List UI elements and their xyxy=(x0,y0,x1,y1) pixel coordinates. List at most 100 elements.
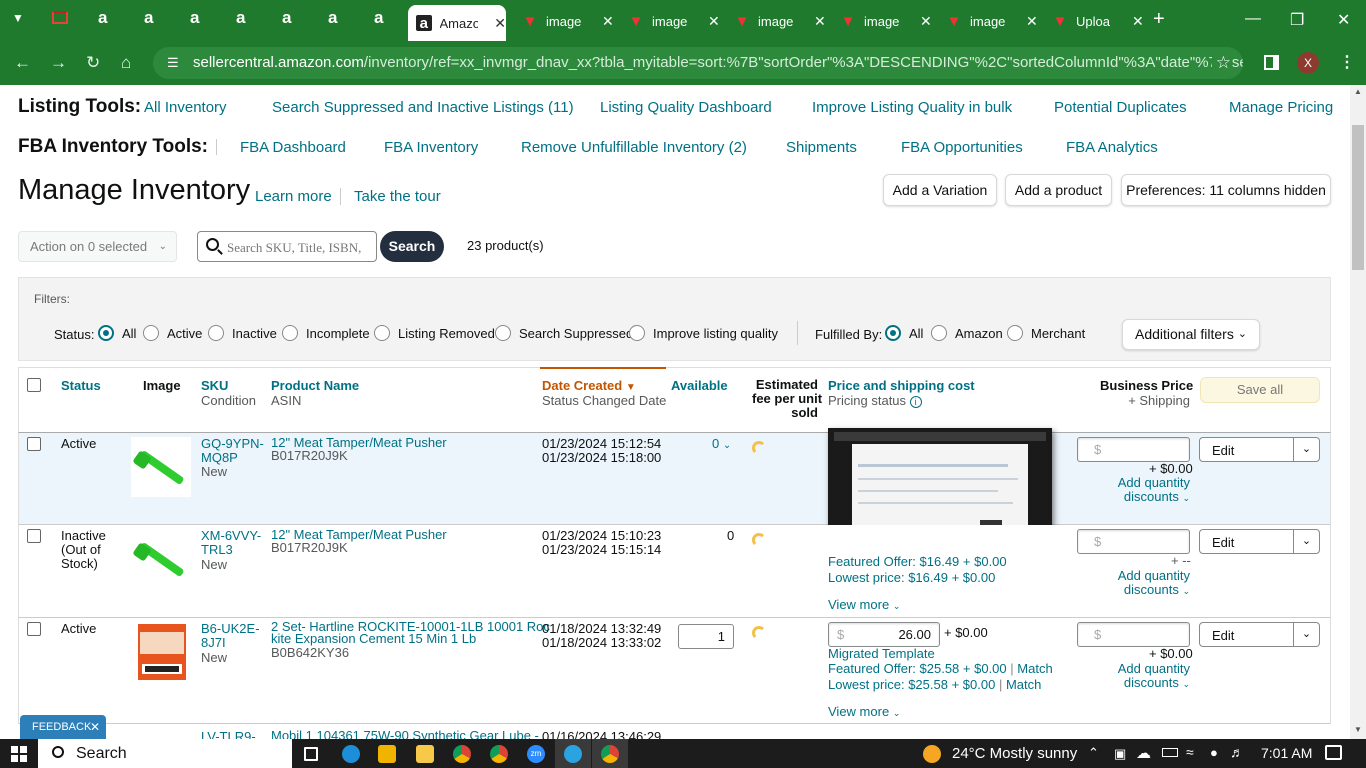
learn-more-link[interactable]: Learn more xyxy=(255,188,332,205)
business-price-input[interactable]: $ xyxy=(1077,529,1190,554)
close-icon[interactable]: ✕ xyxy=(494,15,506,32)
amazon-tab-icon[interactable]: a xyxy=(328,8,337,28)
battery-icon[interactable] xyxy=(1162,748,1178,757)
add-quantity-discounts-link[interactable]: Add quantity discounts ⌄ xyxy=(1100,476,1190,505)
home-icon[interactable]: ⌂ xyxy=(121,53,131,73)
view-more-link[interactable]: View more ⌄ xyxy=(828,598,900,613)
business-price-input[interactable]: $ xyxy=(1077,622,1190,647)
side-panel-icon[interactable] xyxy=(1264,55,1279,70)
volume-icon[interactable]: ♬ xyxy=(1230,744,1244,760)
tab-amazon-active[interactable]: a Amazo ✕ xyxy=(408,5,506,41)
amazon-tab-icon[interactable]: a xyxy=(236,8,245,28)
radio-icon[interactable] xyxy=(143,325,159,341)
row-product-link[interactable]: Mobil 1 104361 75W-90 Synthetic Gear Lub… xyxy=(271,729,539,740)
col-sku[interactable]: SKU Condition xyxy=(201,378,256,408)
col-available[interactable]: Available xyxy=(671,378,728,393)
taskbar-search[interactable]: Search xyxy=(38,739,292,768)
back-arrow-icon[interactable]: ← xyxy=(14,53,31,73)
profile-avatar[interactable]: X xyxy=(1297,52,1319,74)
zoom-icon[interactable]: zm xyxy=(527,745,545,763)
link-fba-inventory[interactable]: FBA Inventory xyxy=(384,139,478,156)
close-icon[interactable]: ✕ xyxy=(708,13,720,30)
restore-icon[interactable]: ❐ xyxy=(1290,10,1304,30)
row-available[interactable]: 0 ⌄ xyxy=(712,437,731,453)
fulfilled-option-all[interactable]: All xyxy=(885,325,923,341)
row-sku-link[interactable]: XM-6VVY- TRL3 xyxy=(201,529,261,557)
row-checkbox[interactable] xyxy=(27,437,41,451)
chevron-down-icon[interactable]: ⌄ xyxy=(1293,530,1319,553)
status-option-search-suppressed[interactable]: Search Suppressed xyxy=(495,325,633,341)
wifi-icon[interactable]: ≈ xyxy=(1186,744,1194,760)
amazon-tab-icon[interactable]: a xyxy=(282,8,291,28)
page-scrollbar[interactable]: ▲ ▼ xyxy=(1350,85,1366,739)
task-view-icon[interactable] xyxy=(304,747,318,761)
search-button[interactable]: Search xyxy=(380,231,444,262)
link-search-suppressed[interactable]: Search Suppressed and Inactive Listings … xyxy=(272,99,574,116)
link-improve-quality-bulk[interactable]: Improve Listing Quality in bulk xyxy=(812,99,1012,116)
add-quantity-discounts-link[interactable]: Add quantity discounts ⌄ xyxy=(1100,569,1190,598)
chevron-down-icon[interactable]: ⌄ xyxy=(1293,438,1319,461)
feedback-tab[interactable]: FEEDBACK ✕ xyxy=(20,715,106,739)
col-price[interactable]: Price and shipping cost Pricing status i xyxy=(828,378,975,408)
info-icon[interactable]: i xyxy=(909,396,922,408)
add-product-button[interactable]: Add a product xyxy=(1005,174,1112,206)
close-icon[interactable]: ✕ xyxy=(602,13,614,30)
scroll-down-icon[interactable]: ▼ xyxy=(1354,725,1362,734)
microphone-icon[interactable]: ● xyxy=(1210,745,1218,760)
tab-image[interactable]: ▼ image ✕ xyxy=(734,5,826,37)
available-quantity-input[interactable]: 1 xyxy=(678,624,734,649)
link-shipments[interactable]: Shipments xyxy=(786,139,857,156)
link-listing-quality-dashboard[interactable]: Listing Quality Dashboard xyxy=(600,99,772,116)
notifications-icon[interactable] xyxy=(1325,745,1342,760)
address-bar[interactable]: ☰ sellercentral.amazon.com/inventory/ref… xyxy=(153,47,1243,79)
edge-browser-icon[interactable] xyxy=(342,745,360,763)
pricing-template[interactable]: Migrated Template xyxy=(828,647,935,661)
row-sku-link[interactable]: GQ-9YPN- MQ8P xyxy=(201,437,264,465)
amazon-tab-icon[interactable]: a xyxy=(190,8,199,28)
tab-list-chevron-icon[interactable]: ▼ xyxy=(12,11,24,25)
site-info-icon[interactable]: ☰ xyxy=(167,47,179,79)
gmail-tab-icon[interactable] xyxy=(52,11,68,24)
col-product-name[interactable]: Product Name ASIN xyxy=(271,378,359,408)
edit-button[interactable]: Edit ⌄ xyxy=(1199,437,1320,462)
windows-start-icon[interactable] xyxy=(11,746,27,762)
telegram-icon[interactable] xyxy=(564,745,582,763)
edit-button[interactable]: Edit ⌄ xyxy=(1199,622,1320,647)
close-icon[interactable]: ✕ xyxy=(90,715,100,739)
status-option-all[interactable]: All xyxy=(98,325,136,341)
tray-chevron-up-icon[interactable]: ⌃ xyxy=(1088,745,1099,761)
link-potential-duplicates[interactable]: Potential Duplicates xyxy=(1054,99,1187,116)
chrome-icon[interactable] xyxy=(601,745,619,763)
new-tab-plus-icon[interactable]: + xyxy=(1153,8,1165,31)
close-icon[interactable]: ✕ xyxy=(1132,13,1144,30)
fulfilled-option-merchant[interactable]: Merchant xyxy=(1007,325,1085,341)
save-all-button[interactable]: Save all xyxy=(1200,377,1320,403)
tab-image[interactable]: ▼ image ✕ xyxy=(628,5,720,37)
status-option-listing-removed[interactable]: Listing Removed xyxy=(374,325,495,341)
row-product-link[interactable]: 2 Set- Hartline ROCKITE-10001-1LB 10001 … xyxy=(271,620,550,645)
match-link[interactable]: Match xyxy=(1006,677,1041,692)
match-link[interactable]: Match xyxy=(1017,661,1052,676)
add-quantity-discounts-link[interactable]: Add quantity discounts ⌄ xyxy=(1100,662,1190,691)
tab-image[interactable]: ▼ image ✕ xyxy=(840,5,932,37)
status-option-active[interactable]: Active xyxy=(143,325,202,341)
close-icon[interactable]: ✕ xyxy=(1026,13,1038,30)
link-remove-unfulfillable[interactable]: Remove Unfulfillable Inventory (2) xyxy=(521,139,747,156)
radio-icon[interactable] xyxy=(282,325,298,341)
clock-time[interactable]: 7:01 AM xyxy=(1261,745,1312,761)
link-fba-analytics[interactable]: FBA Analytics xyxy=(1066,139,1158,156)
amazon-tab-icon[interactable]: a xyxy=(374,8,383,28)
row-checkbox[interactable] xyxy=(27,622,41,636)
view-more-link[interactable]: View more ⌄ xyxy=(828,705,900,720)
close-icon[interactable]: ✕ xyxy=(920,13,932,30)
window-close-icon[interactable]: ✕ xyxy=(1337,10,1350,30)
status-option-improve-quality[interactable]: Improve listing quality xyxy=(629,325,778,341)
row-sku-link[interactable]: LV-TLR9- xyxy=(201,730,256,740)
link-all-inventory[interactable]: All Inventory xyxy=(144,99,227,116)
tab-upload[interactable]: ▼ Uploa ✕ xyxy=(1052,5,1144,37)
file-explorer-icon[interactable] xyxy=(416,745,434,763)
price-input[interactable]: $ 26.00 xyxy=(828,622,940,647)
product-image[interactable] xyxy=(131,437,191,497)
radio-icon[interactable] xyxy=(931,325,947,341)
minimize-icon[interactable]: — xyxy=(1245,10,1261,28)
